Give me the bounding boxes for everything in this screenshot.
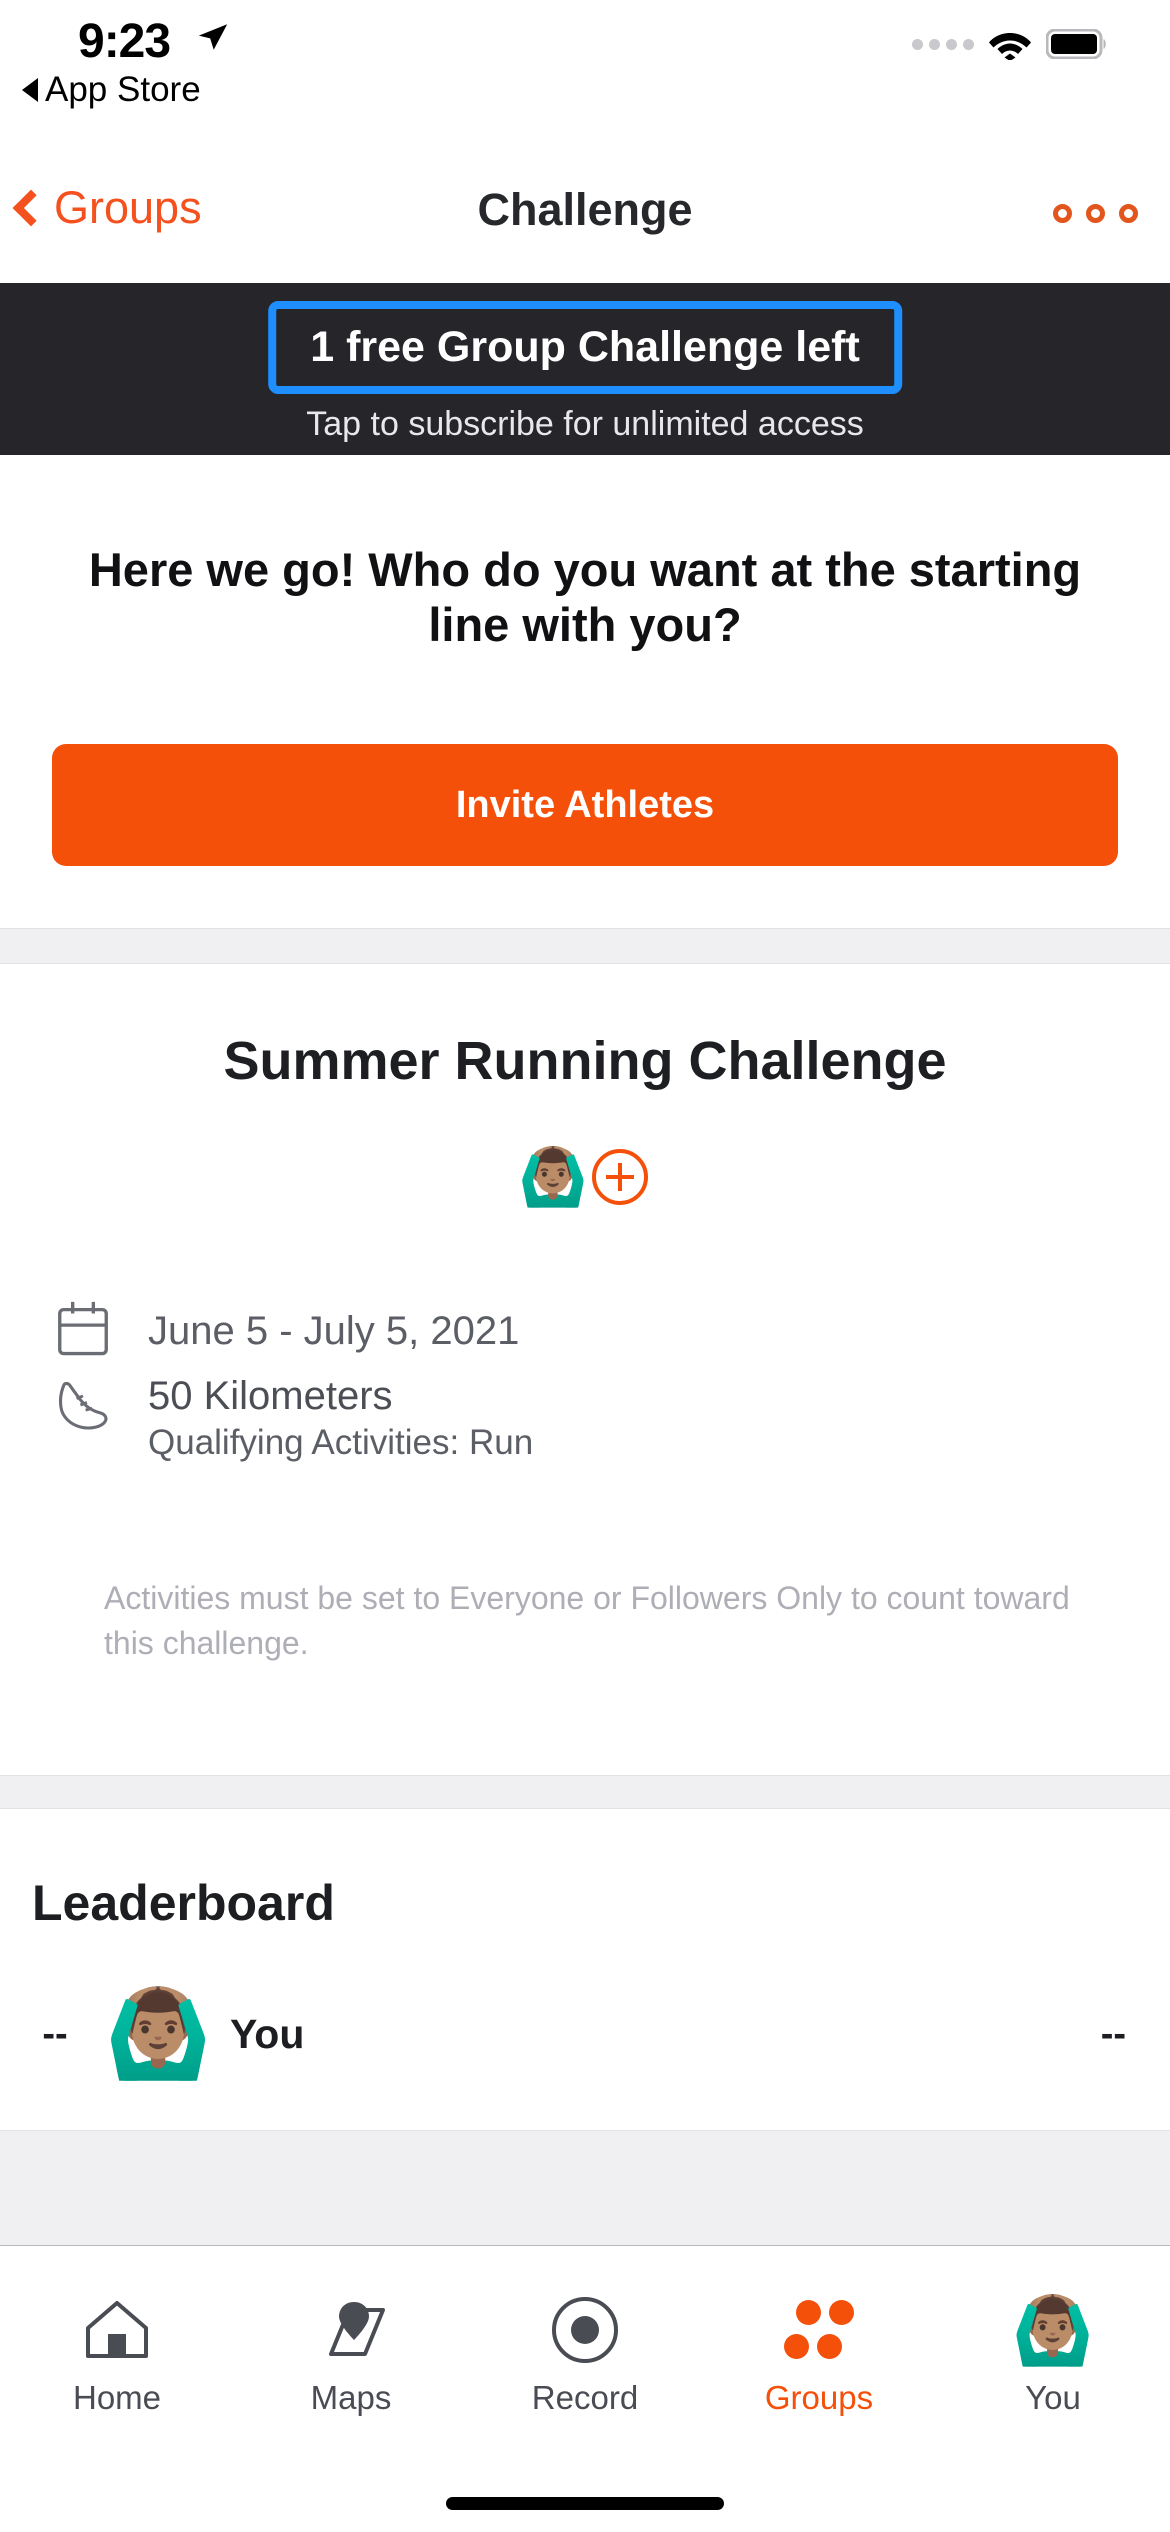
free-challenge-badge[interactable]: 1 free Group Challenge left <box>268 301 902 394</box>
tab-maps-label: Maps <box>310 2379 392 2416</box>
avatar: 🙆🏽‍♂️ <box>104 1986 212 2082</box>
challenge-distance-row: 50 Kilometers Qualifying Activities: Run <box>52 1374 533 1463</box>
calendar-icon <box>58 1301 108 1356</box>
profile-avatar-icon: 🙆🏽‍♂️ <box>1010 2291 1096 2369</box>
participant-avatar[interactable]: 🙆🏽‍♂️ <box>518 1146 588 1208</box>
tab-home-label: Home <box>72 2379 162 2416</box>
page-title: Challenge <box>477 184 693 235</box>
tab-you[interactable]: 🙆🏽‍♂️ You <box>936 2247 1170 2532</box>
free-challenge-count-label: 1 free Group Challenge left <box>310 323 860 371</box>
section-divider <box>0 1775 1170 1809</box>
table-row[interactable]: -- 🙆🏽‍♂️ You -- <box>0 1979 1170 2089</box>
cellular-dots-icon <box>912 38 974 50</box>
challenge-qualifying-activities: Qualifying Activities: Run <box>148 1423 534 1462</box>
tab-maps[interactable]: Maps <box>234 2247 468 2532</box>
home-icon <box>74 2291 160 2369</box>
section-divider <box>0 2130 1170 2246</box>
triangle-left-icon <box>22 78 38 102</box>
invite-athletes-button[interactable]: Invite Athletes <box>52 744 1118 866</box>
battery-full-icon <box>1046 29 1106 59</box>
tab-record-label: Record <box>531 2379 639 2416</box>
tab-record[interactable]: Record <box>468 2247 702 2532</box>
back-to-app-store-button[interactable]: App Store <box>22 70 201 110</box>
challenge-details-card: Summer Running Challenge 🙆🏽‍♂️ June 5 - … <box>0 964 1170 1775</box>
maps-icon <box>308 2291 394 2369</box>
challenge-distance-goal: 50 Kilometers <box>148 1374 393 1418</box>
running-shoe-icon <box>58 1381 108 1430</box>
wifi-icon <box>989 33 1031 60</box>
invite-section: Here we go! Who do you want at the start… <box>0 455 1170 928</box>
leaderboard-athlete-name: You <box>230 2010 305 2057</box>
location-arrow-icon <box>198 24 228 50</box>
subscribe-hint-label: Tap to subscribe for unlimited access <box>306 405 864 443</box>
tab-you-label: You <box>1025 2379 1081 2416</box>
challenge-date-range: June 5 - July 5, 2021 <box>148 1309 520 1353</box>
back-to-app-store-label: App Store <box>45 70 201 109</box>
participants-row: 🙆🏽‍♂️ <box>0 1146 1170 1208</box>
status-indicators <box>912 28 1108 60</box>
leaderboard-value: -- <box>1100 2012 1126 2055</box>
tab-home[interactable]: Home <box>0 2247 234 2532</box>
challenge-title: Summer Running Challenge <box>223 1031 947 1091</box>
tab-bar: Home Maps Record G <box>0 2247 1170 2532</box>
profile-avatar-emoji: 🙆🏽‍♂️ <box>1011 2293 1095 2367</box>
tab-groups-label: Groups <box>764 2379 874 2416</box>
challenge-date-row: June 5 - July 5, 2021 <box>52 1298 519 1360</box>
record-icon <box>542 2291 628 2369</box>
leaderboard-rank: -- <box>42 2012 68 2055</box>
home-indicator[interactable] <box>446 2497 724 2510</box>
app-screen: 9:23 App Store Groups Challenge 1 free G… <box>0 0 1170 2532</box>
add-participant-icon[interactable] <box>592 1149 648 1205</box>
more-options-icon[interactable] <box>1053 204 1138 223</box>
tab-groups[interactable]: Groups <box>702 2247 936 2532</box>
challenge-disclaimer: Activities must be set to Everyone or Fo… <box>104 1580 1070 1661</box>
leaderboard-section: Leaderboard -- 🙆🏽‍♂️ You -- <box>0 1809 1170 2130</box>
leaderboard-heading: Leaderboard <box>32 1875 335 1931</box>
subscription-promo-banner[interactable]: 1 free Group Challenge left Tap to subsc… <box>0 283 1170 455</box>
section-divider <box>0 928 1170 964</box>
status-bar: 9:23 App Store <box>0 0 1170 110</box>
navigation-bar: Groups Challenge <box>0 160 1170 272</box>
groups-icon <box>776 2291 862 2369</box>
status-time: 9:23 <box>78 15 171 68</box>
invite-headline: Here we go! Who do you want at the start… <box>88 543 1082 652</box>
